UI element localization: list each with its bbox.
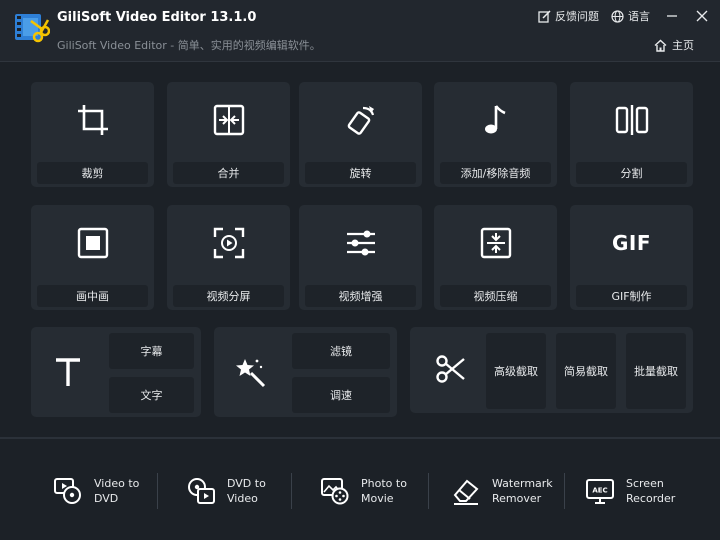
tile-label: 添加/移除音频 xyxy=(440,162,551,184)
title-actions: 反馈问题 语言 xyxy=(526,8,710,24)
tool-video-to-dvd[interactable]: Video to DVD xyxy=(52,473,139,509)
dvd-to-video-icon xyxy=(185,475,217,507)
subtitle-button[interactable]: 字幕 xyxy=(109,333,194,369)
text-t-icon xyxy=(51,354,85,390)
edit-icon xyxy=(538,9,551,23)
crop-icon xyxy=(75,102,111,138)
picture-in-picture-icon xyxy=(75,225,111,261)
tile-crop[interactable]: 裁剪 xyxy=(31,82,154,187)
tile-label: 画中画 xyxy=(37,285,148,307)
toolbar-divider xyxy=(564,473,565,509)
home-icon xyxy=(654,39,667,52)
tile-label: 分割 xyxy=(576,162,687,184)
globe-icon xyxy=(611,9,624,23)
advanced-cut-button[interactable]: 高级截取 xyxy=(486,333,546,409)
feedback-label: 反馈问题 xyxy=(555,10,599,23)
group-effects: 滤镜 调速 xyxy=(214,327,397,417)
toolbar-divider xyxy=(291,473,292,509)
merge-icon xyxy=(211,102,247,138)
tile-compress[interactable]: 视频压缩 xyxy=(434,205,557,310)
tile-audio[interactable]: 添加/移除音频 xyxy=(434,82,557,187)
app-title: GiliSoft Video Editor 13.1.0 xyxy=(57,10,257,25)
tool-label: Video to DVD xyxy=(94,477,140,505)
text-button[interactable]: 文字 xyxy=(109,377,194,413)
tool-label: Watermark Remover xyxy=(492,477,553,505)
tile-label: 视频增强 xyxy=(305,285,416,307)
split-screen-icon xyxy=(211,225,247,261)
tile-merge[interactable]: 合并 xyxy=(167,82,290,187)
language-label: 语言 xyxy=(628,10,650,23)
tool-dvd-to-video[interactable]: DVD to Video xyxy=(185,473,266,509)
group-text: 字幕 文字 xyxy=(31,327,201,417)
tool-label: Screen Recorder xyxy=(626,477,676,505)
scissors-icon xyxy=(434,352,468,386)
tile-label: 视频分屏 xyxy=(173,285,284,307)
tile-split-screen[interactable]: 视频分屏 xyxy=(167,205,290,310)
tile-label: 视频压缩 xyxy=(440,285,551,307)
tile-split[interactable]: 分割 xyxy=(570,82,693,187)
minimize-icon xyxy=(667,15,677,17)
video-to-dvd-icon xyxy=(52,475,84,507)
tile-enhance[interactable]: 视频增强 xyxy=(299,205,422,310)
toolbar-divider xyxy=(157,473,158,509)
magic-wand-icon xyxy=(234,355,268,389)
filter-button[interactable]: 滤镜 xyxy=(292,333,390,369)
compress-icon xyxy=(478,225,514,261)
tile-label: 裁剪 xyxy=(37,162,148,184)
home-button[interactable]: 主页 xyxy=(654,37,694,53)
tool-watermark-remover[interactable]: Watermark Remover xyxy=(450,473,553,509)
screen-recorder-icon: AEC xyxy=(584,475,616,507)
close-icon xyxy=(696,10,708,22)
split-icon xyxy=(614,102,650,138)
music-note-icon xyxy=(478,102,514,138)
eraser-icon xyxy=(450,475,482,507)
simple-cut-button[interactable]: 简易截取 xyxy=(556,333,616,409)
tool-photo-to-movie[interactable]: Photo to Movie xyxy=(319,473,407,509)
app-subtitle: GiliSoft Video Editor - 简单、实用的视频编辑软件。 xyxy=(57,39,321,52)
close-button[interactable] xyxy=(694,8,710,24)
rotate-icon xyxy=(343,102,379,138)
sliders-icon xyxy=(343,225,379,261)
feedback-button[interactable]: 反馈问题 xyxy=(538,8,599,24)
bottom-toolbar: Video to DVD DVD to Video Photo to Movie… xyxy=(0,437,720,540)
speed-button[interactable]: 调速 xyxy=(292,377,390,413)
batch-cut-button[interactable]: 批量截取 xyxy=(626,333,686,409)
screen-recorder-icon-text: AEC xyxy=(592,487,607,495)
language-button[interactable]: 语言 xyxy=(611,8,650,24)
home-label: 主页 xyxy=(672,39,694,52)
tile-picture-in-picture[interactable]: 画中画 xyxy=(31,205,154,310)
toolbar-divider xyxy=(428,473,429,509)
tool-label: Photo to Movie xyxy=(361,477,407,505)
tile-gif[interactable]: GIF GIF制作 xyxy=(570,205,693,310)
tile-label: 合并 xyxy=(173,162,284,184)
gif-icon: GIF xyxy=(602,225,662,261)
tile-label: 旋转 xyxy=(305,162,416,184)
tool-screen-recorder[interactable]: AEC Screen Recorder xyxy=(584,473,675,509)
app-logo-icon xyxy=(15,14,50,43)
title-bar: GiliSoft Video Editor 13.1.0 GiliSoft Vi… xyxy=(0,0,720,62)
tile-rotate[interactable]: 旋转 xyxy=(299,82,422,187)
minimize-button[interactable] xyxy=(664,8,680,24)
tile-label: GIF制作 xyxy=(576,285,687,307)
photo-to-movie-icon xyxy=(319,475,351,507)
group-cut: 高级截取 简易截取 批量截取 xyxy=(410,327,693,413)
tool-label: DVD to Video xyxy=(227,477,266,505)
gif-icon-text: GIF xyxy=(611,231,652,255)
